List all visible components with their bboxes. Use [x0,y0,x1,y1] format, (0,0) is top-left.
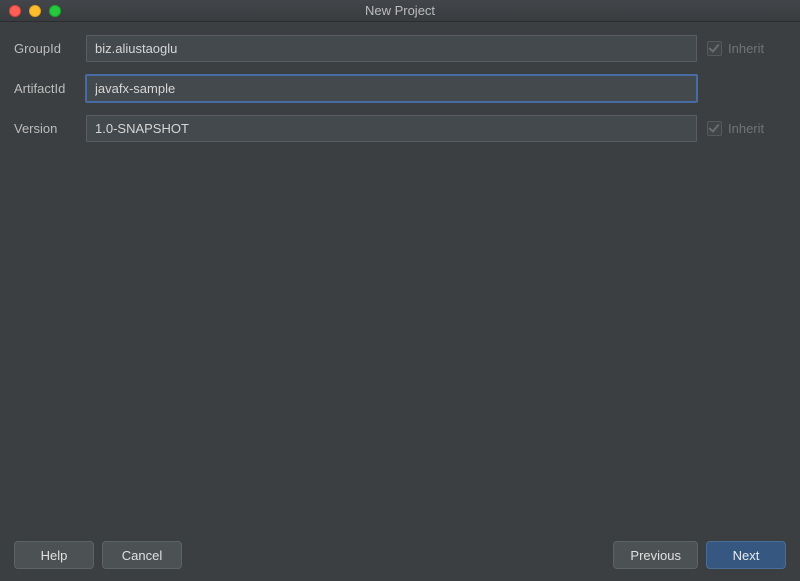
version-inherit-checkbox [707,121,722,136]
artifactid-input[interactable] [86,75,697,102]
groupid-inherit-label: Inherit [728,41,764,56]
artifactid-label: ArtifactId [14,81,86,96]
version-inherit-label: Inherit [728,121,764,136]
minimize-icon[interactable] [29,5,41,17]
cancel-button[interactable]: Cancel [102,541,182,569]
form-content: GroupId Inherit ArtifactId Version Inher… [0,22,800,529]
version-label: Version [14,121,86,136]
groupid-inherit-checkbox [707,41,722,56]
close-icon[interactable] [9,5,21,17]
artifactid-row: ArtifactId [14,74,786,102]
window-title: New Project [0,3,800,18]
version-input[interactable] [86,115,697,142]
zoom-icon[interactable] [49,5,61,17]
help-button[interactable]: Help [14,541,94,569]
groupid-row: GroupId Inherit [14,34,786,62]
groupid-label: GroupId [14,41,86,56]
titlebar: New Project [0,0,800,22]
version-row: Version Inherit [14,114,786,142]
groupid-input[interactable] [86,35,697,62]
previous-button[interactable]: Previous [613,541,698,569]
version-inherit: Inherit [707,121,786,136]
groupid-inherit: Inherit [707,41,786,56]
window-controls [9,5,61,17]
next-button[interactable]: Next [706,541,786,569]
footer: Help Cancel Previous Next [0,529,800,581]
